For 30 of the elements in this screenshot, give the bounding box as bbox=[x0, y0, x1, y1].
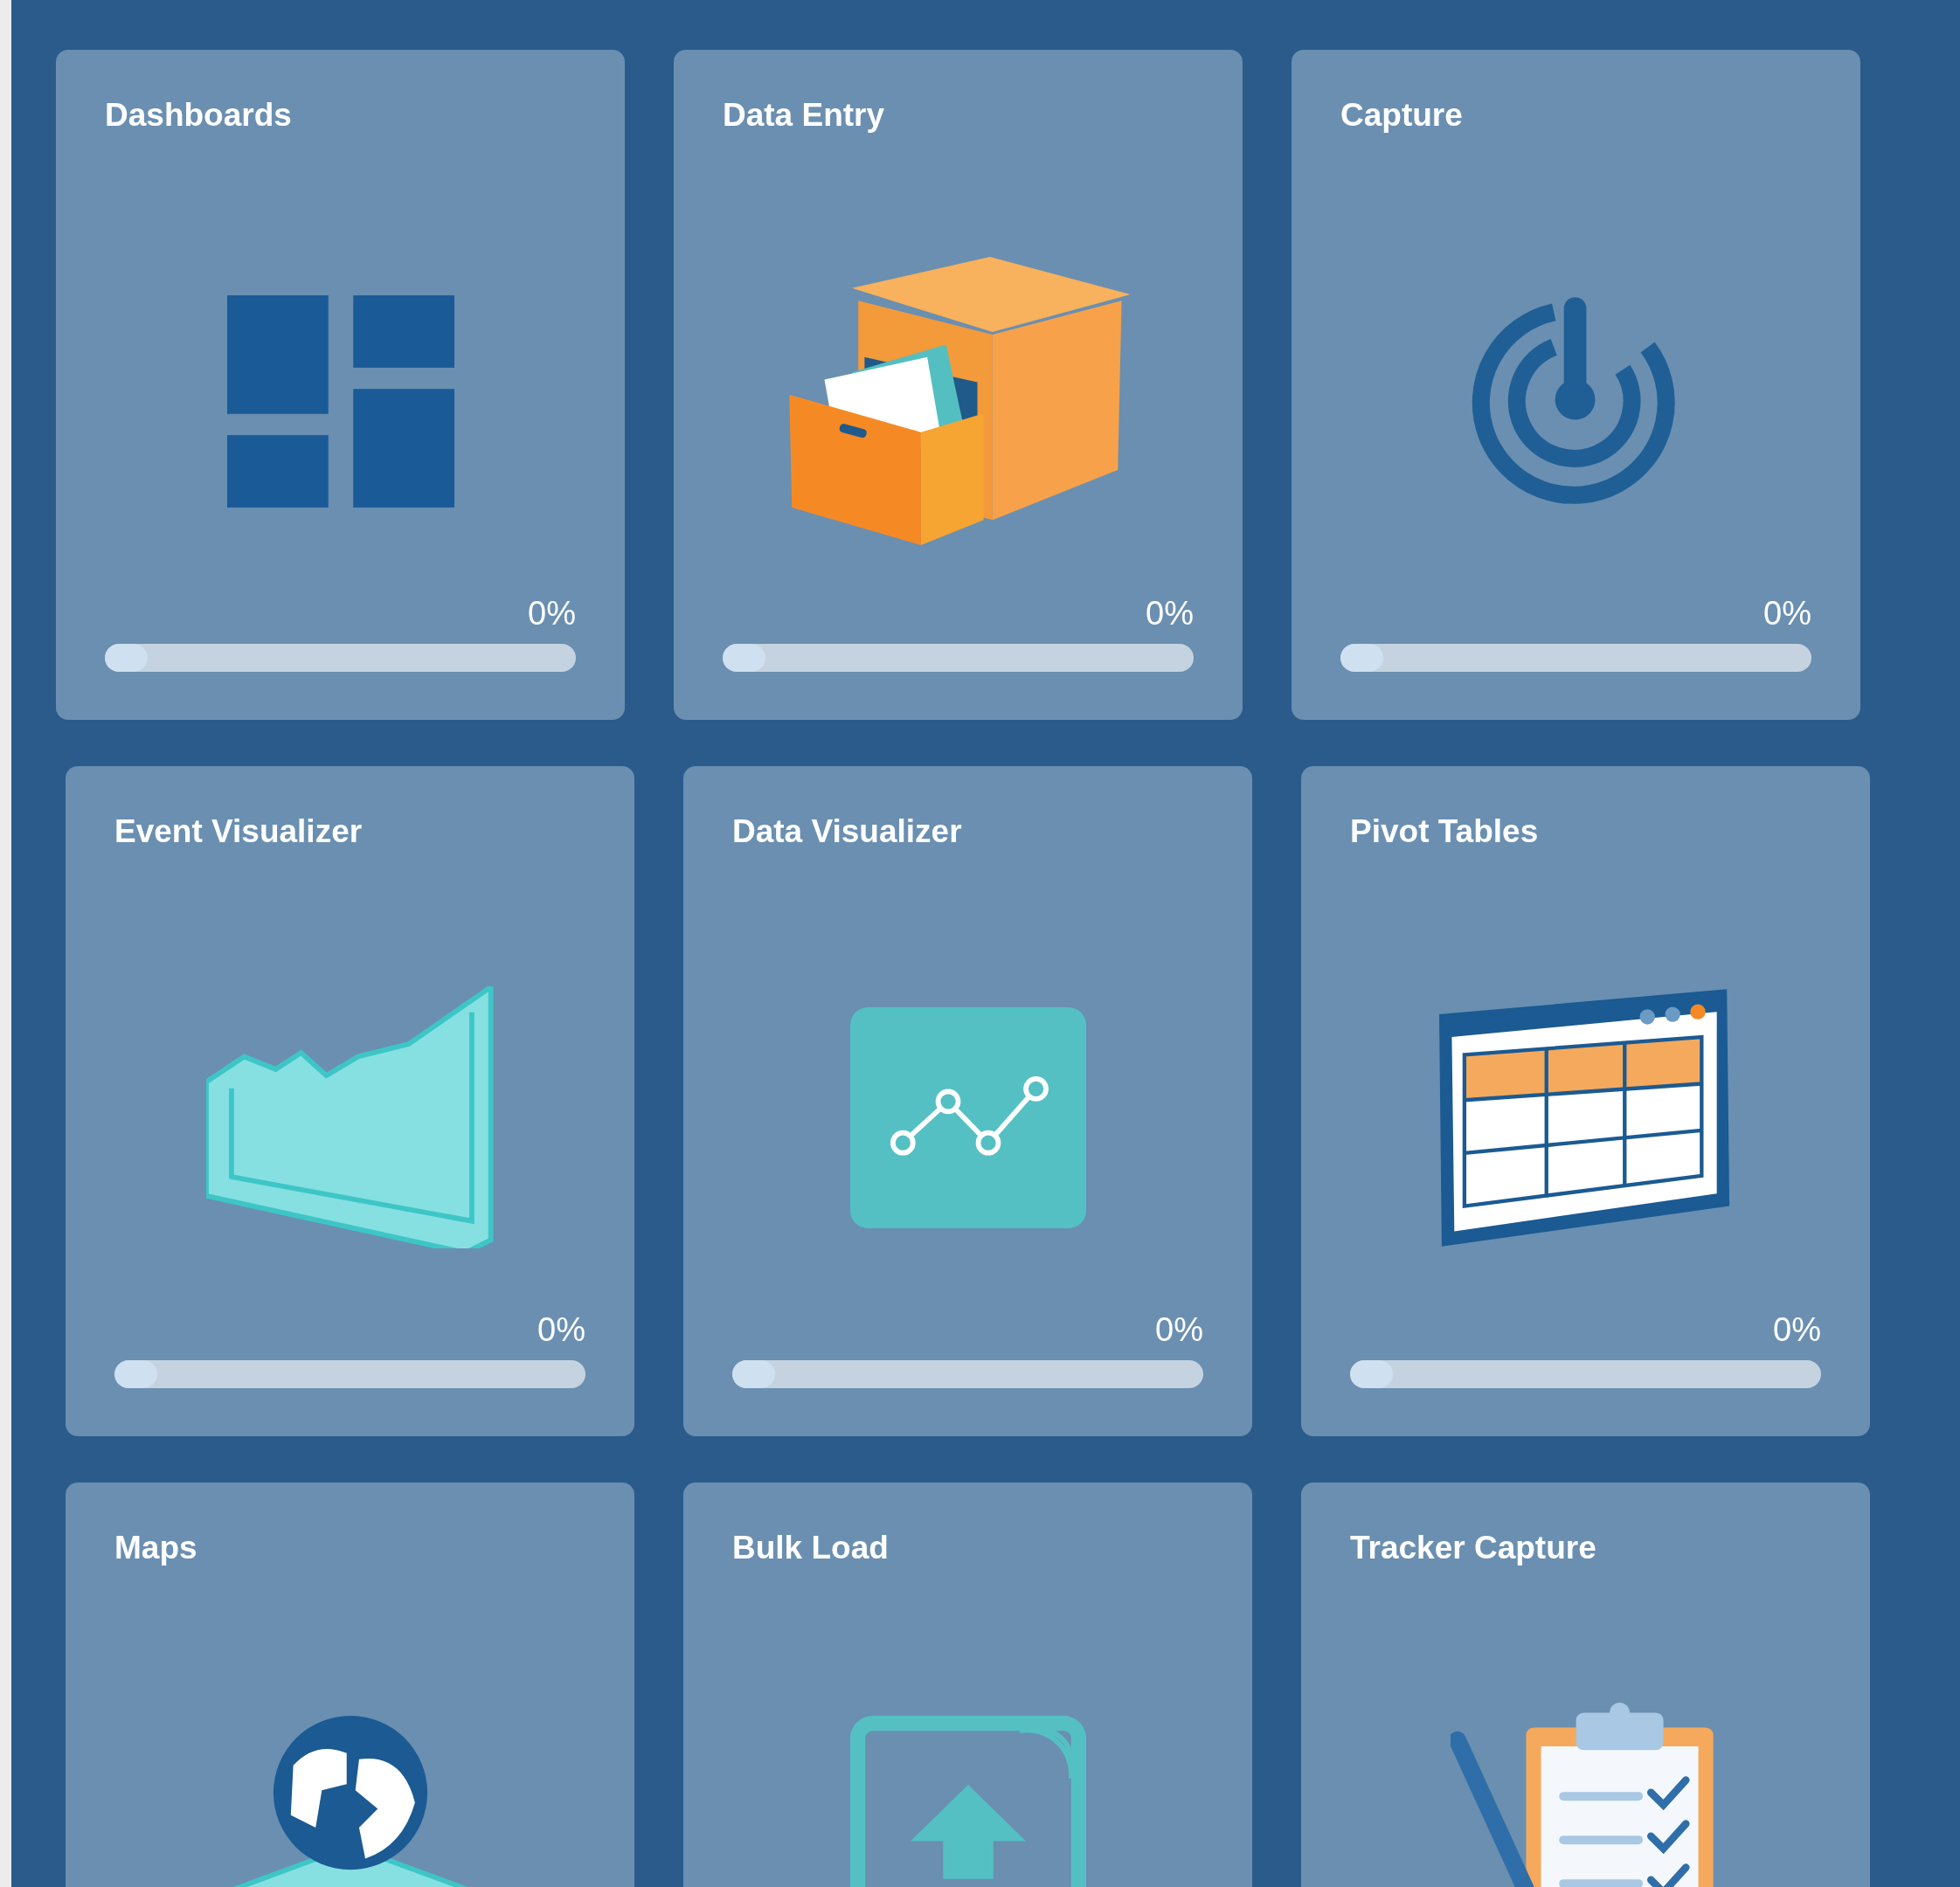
app-card[interactable]: Maps bbox=[66, 1483, 634, 1887]
app-card[interactable]: Dashboards 0% bbox=[56, 50, 625, 720]
upload-icon bbox=[849, 1716, 1086, 1887]
line-chart-icon bbox=[849, 1006, 1086, 1229]
table-window-icon bbox=[1439, 988, 1732, 1247]
progress-percent: 0% bbox=[1145, 594, 1194, 633]
dashboard-grid-icon bbox=[226, 294, 454, 508]
card-title: Maps bbox=[114, 1529, 198, 1567]
card-title: Data Entry bbox=[723, 96, 886, 135]
app-card[interactable]: Pivot Tables 0% bbox=[1301, 766, 1870, 1436]
progress-percent: 0% bbox=[1154, 1310, 1203, 1350]
card-title: Bulk Load bbox=[732, 1529, 890, 1567]
app-card[interactable]: Data Visualizer 0% bbox=[683, 766, 1252, 1436]
app-card[interactable]: Capture 0% bbox=[1292, 50, 1860, 720]
app-card[interactable]: Bulk Load bbox=[683, 1483, 1252, 1887]
progress-percent: 0% bbox=[1772, 1310, 1821, 1350]
area-chart-icon bbox=[205, 986, 495, 1248]
app-card[interactable]: Tracker Capture bbox=[1301, 1483, 1870, 1887]
app-card[interactable]: Event Visualizer 0% bbox=[66, 766, 634, 1436]
progress-percent: 0% bbox=[527, 594, 576, 633]
card-title: Tracker Capture bbox=[1350, 1529, 1597, 1567]
card-title: Dashboards bbox=[105, 96, 293, 135]
app-card[interactable]: Data Entry 0% bbox=[674, 50, 1243, 720]
file-cabinet-icon bbox=[787, 257, 1129, 545]
card-title: Data Visualizer bbox=[732, 812, 963, 851]
progress-percent: 0% bbox=[537, 1310, 585, 1350]
card-title: Event Visualizer bbox=[114, 812, 364, 851]
progress-percent: 0% bbox=[1763, 594, 1811, 633]
card-title: Capture bbox=[1340, 96, 1464, 135]
card-title: Pivot Tables bbox=[1350, 812, 1540, 851]
